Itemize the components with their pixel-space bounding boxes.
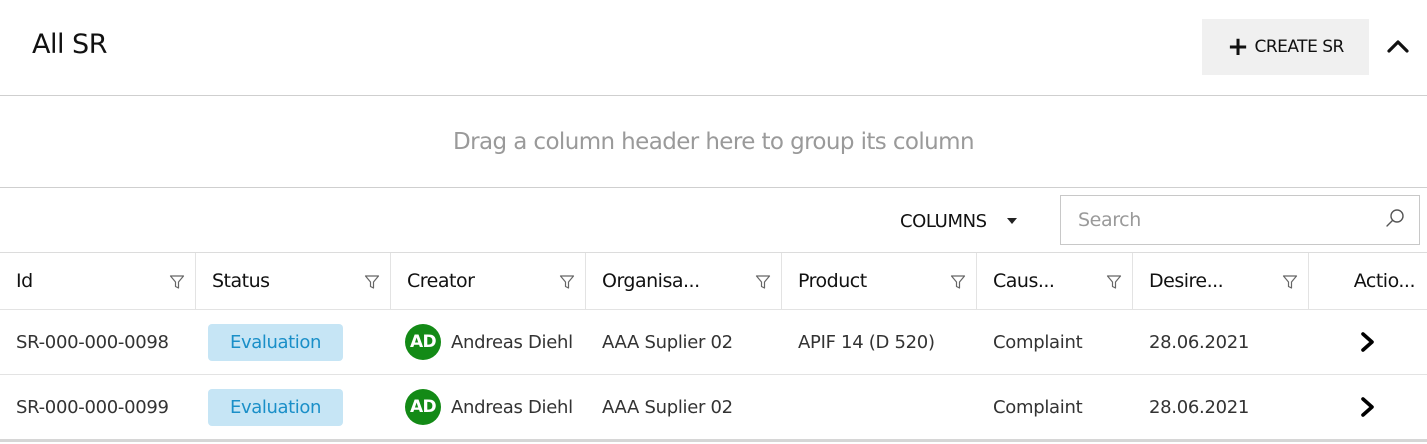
column-header-label: Actio... xyxy=(1353,270,1416,292)
group-by-hint: Drag a column header here to group its c… xyxy=(453,128,975,155)
filter-icon[interactable] xyxy=(364,274,380,290)
cell-product: APIF 14 (D 520) xyxy=(798,331,935,353)
column-header-cause[interactable]: Caus... xyxy=(977,253,1133,309)
column-header-actions: Actio... xyxy=(1309,253,1427,309)
table-header-row: Id Status Creator Organisa... Product Ca… xyxy=(0,253,1427,310)
cell-organisation: AAA Suplier 02 xyxy=(602,331,733,353)
chevron-up-icon xyxy=(1387,40,1409,53)
cell-organisation: AAA Suplier 02 xyxy=(602,396,733,418)
column-header-status[interactable]: Status xyxy=(196,253,391,309)
columns-label: COLUMNS xyxy=(900,210,987,232)
search-box xyxy=(1060,195,1420,245)
caret-down-icon xyxy=(1006,218,1017,224)
open-row-button[interactable] xyxy=(1353,392,1383,422)
column-header-desired[interactable]: Desire... xyxy=(1133,253,1309,309)
column-header-label: Product xyxy=(798,270,867,292)
sr-table: Id Status Creator Organisa... Product Ca… xyxy=(0,253,1427,440)
create-sr-label: CREATE SR xyxy=(1254,37,1344,57)
open-row-button[interactable] xyxy=(1353,327,1383,357)
column-header-label: Desire... xyxy=(1149,270,1224,292)
filter-icon[interactable] xyxy=(950,274,966,290)
table-bottom-border xyxy=(0,439,1427,442)
table-row[interactable]: SR-000-000-0099 Evaluation AD Andreas Di… xyxy=(0,375,1427,440)
cell-creator: AD Andreas Diehl xyxy=(391,375,586,439)
creator-name: Andreas Diehl xyxy=(451,331,573,353)
filter-icon[interactable] xyxy=(755,274,771,290)
group-by-drop-zone[interactable]: Drag a column header here to group its c… xyxy=(0,96,1427,188)
chevron-right-icon xyxy=(1361,332,1374,352)
status-badge: Evaluation xyxy=(208,388,343,426)
filter-icon[interactable] xyxy=(559,274,575,290)
table-row[interactable]: SR-000-000-0098 Evaluation AD Andreas Di… xyxy=(0,310,1427,375)
column-header-product[interactable]: Product xyxy=(782,253,977,309)
column-header-organisation[interactable]: Organisa... xyxy=(586,253,782,309)
column-header-label: Organisa... xyxy=(602,270,700,292)
create-sr-button[interactable]: + CREATE SR xyxy=(1202,19,1369,75)
cell-product xyxy=(782,375,977,439)
column-header-id[interactable]: Id xyxy=(0,253,196,309)
cell-cause: Complaint xyxy=(993,396,1083,418)
filter-icon[interactable] xyxy=(1106,274,1122,290)
column-header-label: Id xyxy=(16,270,33,292)
cell-action xyxy=(1309,310,1427,374)
status-badge: Evaluation xyxy=(208,323,343,361)
column-header-label: Creator xyxy=(407,270,475,292)
collapse-button[interactable] xyxy=(1378,28,1418,64)
cell-status: Evaluation xyxy=(196,310,391,374)
search-input[interactable] xyxy=(1061,196,1388,244)
column-header-label: Status xyxy=(212,270,270,292)
search-icon[interactable] xyxy=(1385,208,1405,228)
creator-name: Andreas Diehl xyxy=(451,396,573,418)
cell-id: SR-000-000-0099 xyxy=(16,396,169,418)
page-title: All SR xyxy=(32,29,107,60)
grid-toolbar: COLUMNS xyxy=(0,188,1427,253)
filter-icon[interactable] xyxy=(169,274,185,290)
cell-id: SR-000-000-0098 xyxy=(16,331,169,353)
cell-cause: Complaint xyxy=(993,331,1083,353)
column-header-label: Caus... xyxy=(993,270,1055,292)
plus-icon: + xyxy=(1227,32,1249,62)
cell-creator: AD Andreas Diehl xyxy=(391,310,586,374)
filter-icon[interactable] xyxy=(1282,274,1298,290)
cell-status: Evaluation xyxy=(196,375,391,439)
cell-desired: 28.06.2021 xyxy=(1149,396,1250,418)
column-header-creator[interactable]: Creator xyxy=(391,253,586,309)
chevron-right-icon xyxy=(1361,397,1374,417)
sr-list-page: All SR + CREATE SR Drag a column header … xyxy=(0,0,1427,444)
avatar: AD xyxy=(405,389,441,425)
cell-desired: 28.06.2021 xyxy=(1149,331,1250,353)
cell-action xyxy=(1309,375,1427,439)
columns-button[interactable]: COLUMNS xyxy=(900,208,1017,234)
page-header: All SR + CREATE SR xyxy=(0,0,1427,96)
avatar: AD xyxy=(405,324,441,360)
